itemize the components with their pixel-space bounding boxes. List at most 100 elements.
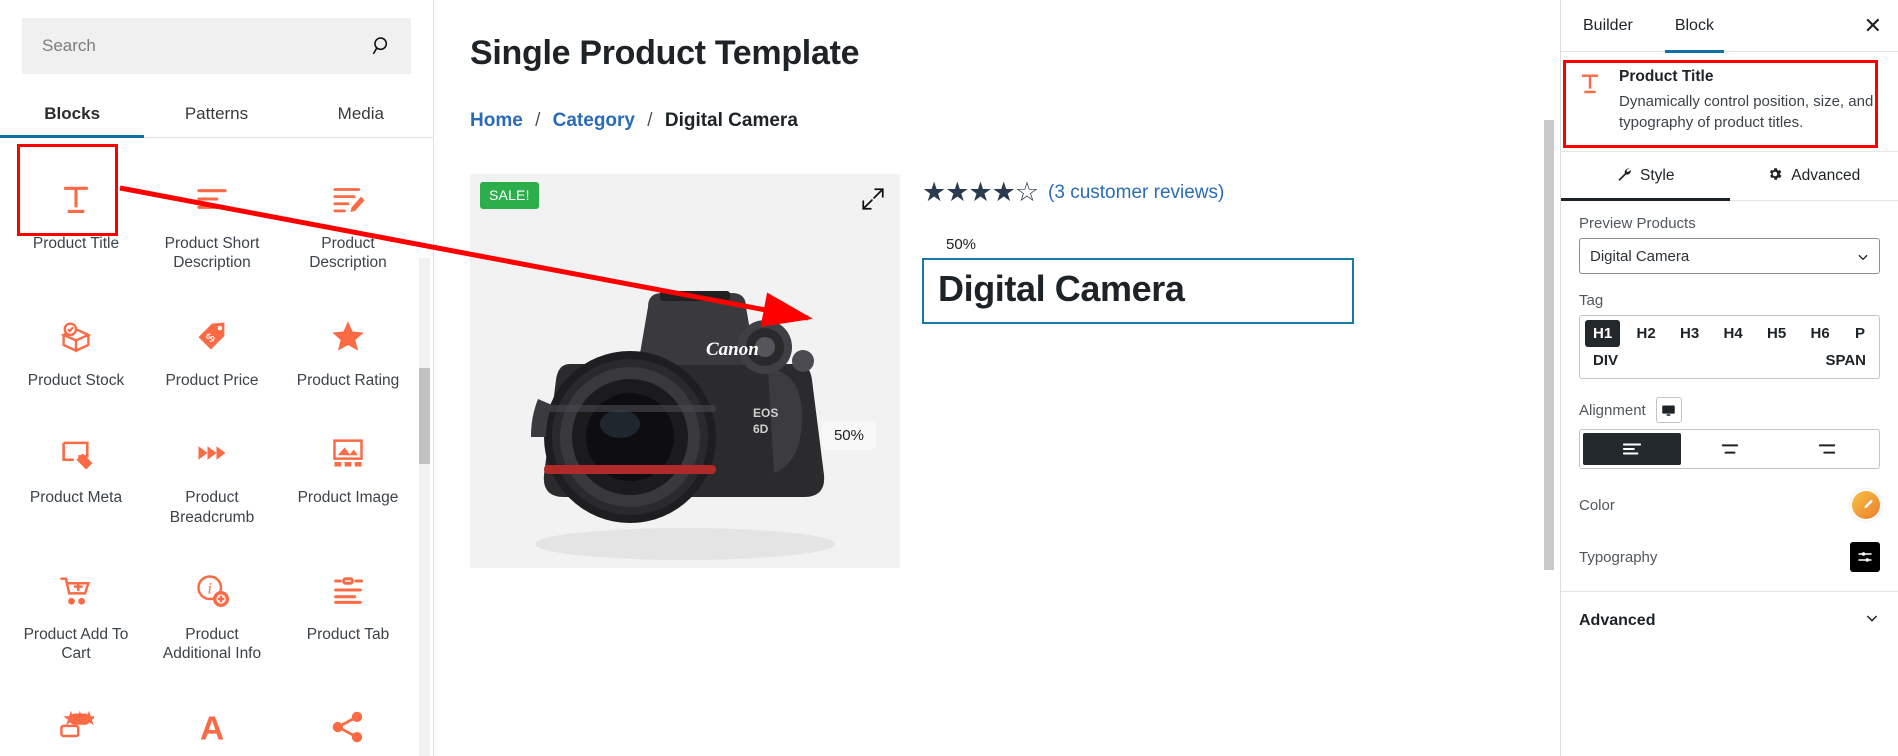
tab-block[interactable]: Block — [1664, 0, 1725, 53]
price-tag-icon: $ — [189, 313, 235, 359]
canvas-scrollbar-thumb[interactable] — [1544, 120, 1554, 570]
block-item-product-tab[interactable]: Product Tab — [280, 551, 416, 674]
block-item-product-rating[interactable]: Product Rating — [280, 297, 416, 400]
svg-text:i: i — [208, 580, 212, 597]
align-right-icon[interactable] — [1778, 433, 1876, 465]
alignment-label: Alignment — [1579, 401, 1646, 419]
tab-patterns[interactable]: Patterns — [144, 90, 288, 137]
search-input[interactable] — [42, 36, 371, 56]
tab-media[interactable]: Media — [289, 90, 433, 137]
text-title-icon — [53, 176, 99, 222]
search-area — [0, 0, 433, 74]
product-image[interactable]: Canon EOS 6D SALE! 50% — [470, 174, 900, 568]
block-label: Product Price — [165, 371, 259, 389]
alignment-button-group — [1579, 429, 1880, 470]
block-item-letter-a[interactable]: A — [144, 688, 280, 756]
gear-icon — [1767, 166, 1783, 187]
close-icon[interactable]: ✕ — [1864, 14, 1882, 37]
block-item-share[interactable] — [280, 688, 416, 756]
blocks-scrollbar-thumb[interactable] — [419, 368, 430, 464]
svg-text:EOS: EOS — [753, 406, 778, 420]
alignment-header: Alignment — [1579, 397, 1880, 424]
tab-style[interactable]: Style — [1561, 152, 1730, 202]
block-item-product-breadcrumb[interactable]: Product Breadcrumb — [144, 414, 280, 537]
advanced-section-toggle[interactable]: Advanced — [1579, 592, 1880, 631]
canvas-inner: Single Product Template Home / Category … — [434, 34, 1560, 568]
tag-option-h1[interactable]: H1 — [1585, 320, 1621, 348]
canvas-scrollbar[interactable] — [1544, 120, 1554, 570]
typography-control-row: Typography — [1579, 539, 1880, 575]
tag-option-h6[interactable]: H6 — [1803, 320, 1838, 347]
sliders-icon[interactable] — [1850, 542, 1880, 573]
breadcrumb-separator: / — [647, 110, 653, 131]
info-plus-icon: i — [189, 567, 235, 613]
tag-option-span[interactable]: SPAN — [1817, 347, 1874, 374]
svg-text:Canon: Canon — [706, 339, 759, 360]
align-left-icon[interactable] — [1583, 433, 1681, 466]
svg-text:6D: 6D — [753, 422, 769, 436]
advanced-tab-label: Advanced — [1791, 167, 1861, 185]
block-item-product-review[interactable]: ★★★ — [8, 688, 144, 756]
breadcrumb-home[interactable]: Home — [470, 110, 523, 131]
tag-option-h2[interactable]: H2 — [1629, 320, 1664, 347]
block-item-product-short-description[interactable]: Product Short Description — [144, 160, 280, 283]
image-zoom-label: 50% — [821, 421, 876, 450]
search-box[interactable] — [22, 18, 411, 74]
block-item-product-add-to-cart[interactable]: Product Add To Cart — [8, 551, 144, 674]
blocks-scrollbar[interactable] — [419, 258, 430, 756]
tab-blocks[interactable]: Blocks — [0, 90, 145, 138]
block-label: Product Title — [32, 235, 120, 252]
expand-arrows-icon[interactable] — [860, 186, 886, 212]
cart-plus-icon — [53, 567, 99, 613]
block-item-product-price[interactable]: $ Product Price — [144, 297, 280, 400]
color-label: Color — [1579, 496, 1615, 514]
settings-tabs: Builder Block ✕ — [1561, 0, 1898, 53]
align-center-icon[interactable] — [1681, 433, 1779, 465]
review-bubble-icon: ★★★ — [53, 704, 99, 750]
tag-option-h5[interactable]: H5 — [1759, 320, 1794, 347]
color-brush-icon[interactable] — [1852, 491, 1880, 520]
tab-advanced[interactable]: Advanced — [1730, 152, 1898, 200]
page-title: Single Product Template — [470, 34, 860, 72]
breadcrumb: Home / Category / Digital Camera — [470, 110, 1560, 132]
blocks-scroll-area: Product Title Product Short Description — [0, 138, 433, 756]
template-canvas: Single Product Template Home / Category … — [434, 0, 1560, 756]
color-control-row: Color — [1579, 487, 1880, 523]
typography-label: Typography — [1579, 548, 1658, 566]
breadcrumb-category[interactable]: Category — [553, 110, 635, 131]
desktop-icon[interactable] — [1655, 397, 1682, 424]
camera-photo: Canon EOS 6D — [470, 174, 900, 568]
star-half-icon — [325, 313, 371, 359]
tag-button-group: H1 H2 H3 H4 H5 H6 P DIV SPAN — [1579, 315, 1880, 380]
svg-text:★★★: ★★★ — [66, 714, 93, 725]
block-info-title: Product Title — [1619, 68, 1714, 85]
tab-builder[interactable]: Builder — [1577, 0, 1639, 52]
style-advanced-tabs: Style Advanced — [1561, 152, 1898, 202]
tag-option-div[interactable]: DIV — [1585, 347, 1626, 374]
tag-option-h4[interactable]: H4 — [1716, 320, 1751, 347]
block-item-product-stock[interactable]: Product Stock — [8, 297, 144, 400]
preview-products-select[interactable]: Digital Camera — [1579, 238, 1880, 275]
meta-tag-icon — [53, 430, 99, 476]
star-rating-icon: ★★★★☆ — [922, 177, 1039, 207]
block-item-product-title[interactable]: Product Title — [8, 160, 144, 283]
product-meta: ★★★★☆ (3 customer reviews) 50% Digital C… — [900, 174, 1354, 568]
tag-label: Tag — [1579, 292, 1604, 310]
customer-reviews-link[interactable]: (3 customer reviews) — [1048, 182, 1224, 204]
block-label: Product Stock — [27, 371, 125, 389]
product-title-text: Digital Camera — [938, 268, 1185, 309]
preview-products-select-wrap: Digital Camera — [1579, 238, 1880, 275]
settings-body: Preview Products Digital Camera Tag H1 H… — [1561, 201, 1898, 756]
rating-row: ★★★★☆ (3 customer reviews) — [922, 179, 1354, 206]
text-title-icon — [1577, 68, 1605, 133]
product-title-block-selected[interactable]: Digital Camera — [922, 258, 1354, 324]
block-item-product-image[interactable]: Product Image — [280, 414, 416, 537]
block-item-product-meta[interactable]: Product Meta — [8, 414, 144, 537]
block-item-product-additional-info[interactable]: i Product Additional Info — [144, 551, 280, 674]
tag-option-h3[interactable]: H3 — [1672, 320, 1707, 347]
search-icon[interactable] — [371, 35, 393, 57]
block-item-product-description[interactable]: Product Description — [280, 160, 416, 283]
tag-option-p[interactable]: P — [1846, 320, 1874, 347]
document-edit-icon — [325, 176, 371, 222]
title-size-label: 50% — [946, 236, 977, 253]
